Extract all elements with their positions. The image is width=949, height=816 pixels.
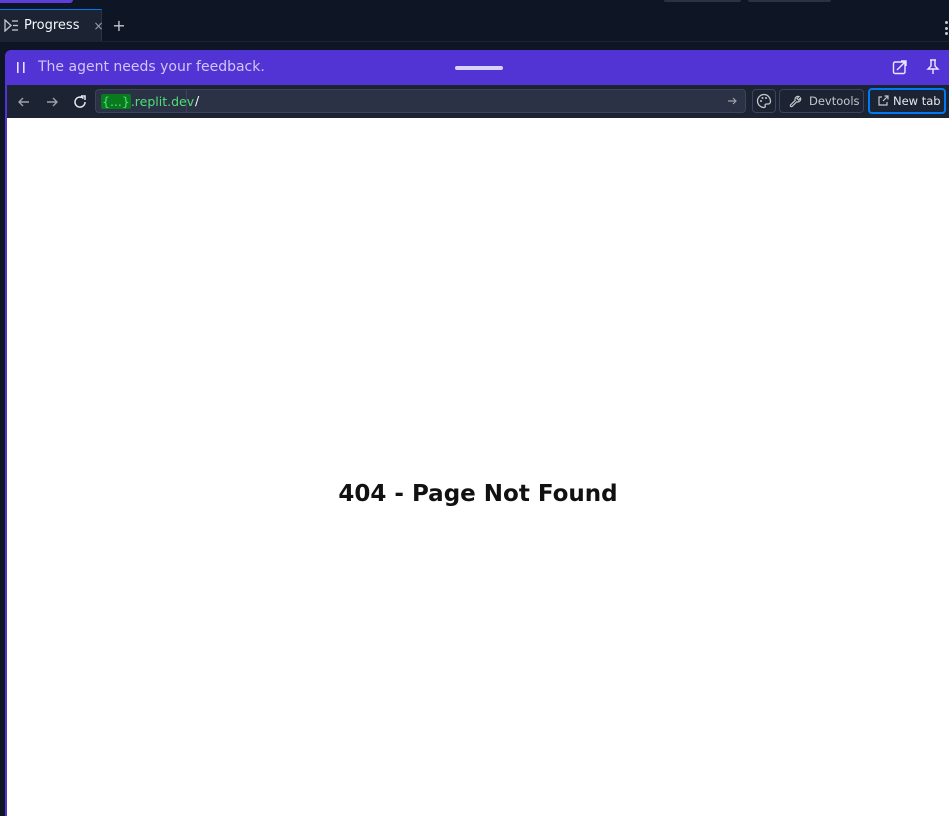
palette-icon bbox=[756, 93, 772, 109]
reload-icon[interactable] bbox=[72, 94, 88, 110]
close-icon[interactable]: × bbox=[93, 19, 103, 33]
url-domain-highlight: {...} bbox=[101, 93, 131, 109]
progress-icon bbox=[4, 18, 19, 34]
drag-handle[interactable] bbox=[455, 66, 503, 70]
feedback-bar: The agent needs your feedback. bbox=[5, 50, 949, 85]
browser-toolbar: {...} .replit.dev / Devtools New tab bbox=[7, 85, 949, 118]
url-domain[interactable]: {...} .replit.dev bbox=[96, 90, 194, 112]
webview-panel: The agent needs your feedback. {...} .rep… bbox=[5, 50, 949, 816]
open-new-tab-button[interactable]: New tab bbox=[868, 88, 946, 114]
top-strip bbox=[0, 0, 949, 9]
top-control-1[interactable] bbox=[664, 0, 741, 2]
url-bar[interactable]: {...} .replit.dev / bbox=[95, 89, 746, 113]
external-link-icon bbox=[878, 95, 889, 106]
tab-label: Progress bbox=[24, 18, 80, 33]
pin-icon[interactable] bbox=[926, 59, 940, 75]
forward-arrow-icon[interactable] bbox=[44, 94, 60, 110]
go-arrow-icon[interactable] bbox=[727, 96, 737, 106]
devtools-label: Devtools bbox=[809, 94, 860, 108]
page-preview[interactable]: 404 - Page Not Found bbox=[7, 118, 949, 816]
more-options-icon[interactable] bbox=[943, 21, 949, 35]
tab-bar: Progress × + bbox=[0, 9, 949, 42]
devtools-button[interactable]: Devtools bbox=[779, 89, 864, 113]
feedback-message: The agent needs your feedback. bbox=[38, 59, 265, 75]
back-arrow-icon[interactable] bbox=[16, 94, 32, 110]
page-heading: 404 - Page Not Found bbox=[338, 481, 618, 507]
url-path-input[interactable]: / bbox=[195, 93, 199, 108]
wrench-icon bbox=[789, 95, 802, 107]
new-tab-label: New tab bbox=[893, 94, 941, 108]
popout-icon[interactable] bbox=[892, 59, 908, 75]
tab-progress[interactable]: Progress × bbox=[0, 9, 104, 41]
url-domain-rest: .replit.dev bbox=[130, 93, 195, 109]
theme-palette-button[interactable] bbox=[752, 89, 776, 113]
pause-icon[interactable] bbox=[15, 61, 27, 74]
top-control-2[interactable] bbox=[748, 0, 831, 2]
add-tab-button[interactable]: + bbox=[110, 17, 128, 35]
active-indicator bbox=[0, 0, 73, 3]
